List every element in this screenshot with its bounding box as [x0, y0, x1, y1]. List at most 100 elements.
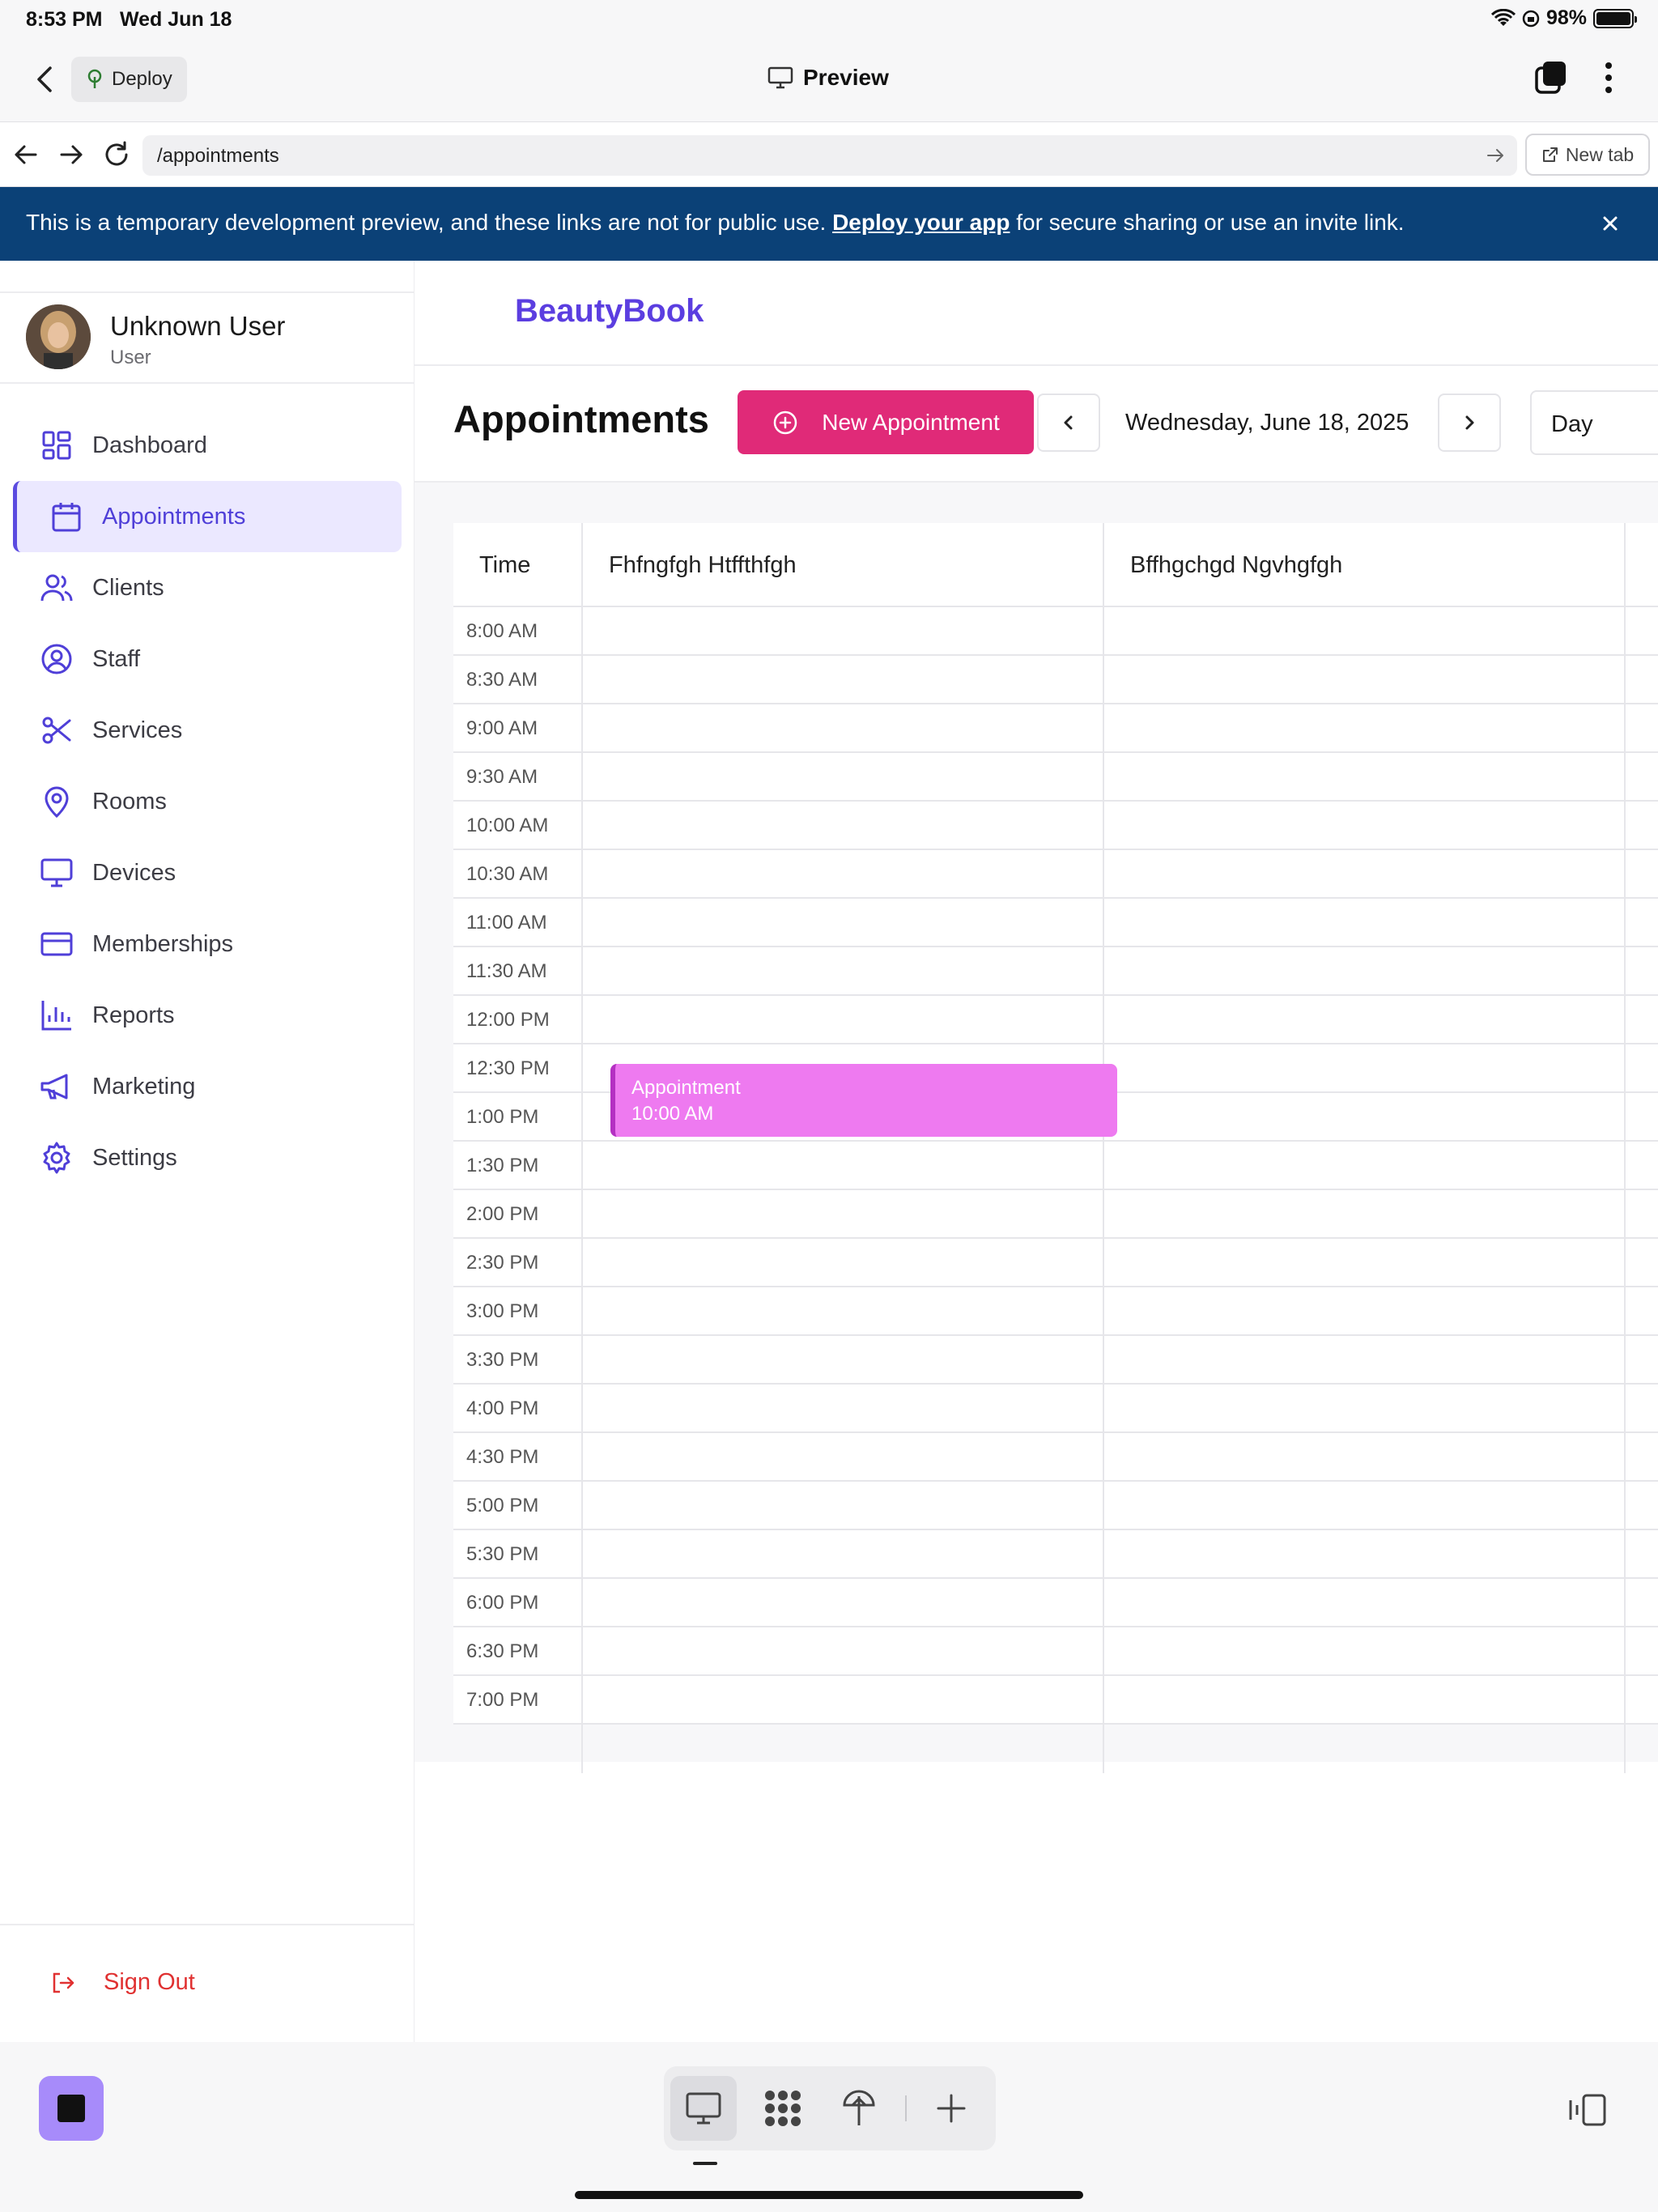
deploy-app-link[interactable]: Deploy your app: [832, 210, 1010, 235]
sidebar-item-label: Rooms: [92, 788, 167, 815]
time-slot-row[interactable]: 12:00 PM: [453, 996, 1658, 1044]
time-slot-label: 5:30 PM: [466, 1543, 539, 1565]
view-select[interactable]: Day: [1530, 390, 1658, 455]
time-slot-label: 11:00 AM: [466, 912, 547, 934]
sidebar-item-memberships[interactable]: Memberships: [13, 908, 402, 980]
user-role: User: [110, 347, 151, 368]
sidebar-item-dashboard[interactable]: Dashboard: [13, 410, 402, 481]
close-icon[interactable]: [1596, 210, 1624, 237]
battery-percent: 98%: [1545, 6, 1587, 29]
sidebar-item-marketing[interactable]: Marketing: [13, 1051, 402, 1122]
appointment-block[interactable]: Appointment 10:00 AM: [610, 1064, 1117, 1137]
brand-logo[interactable]: BeautyBook: [515, 293, 704, 330]
time-slot-label: 12:00 PM: [466, 1009, 550, 1031]
time-slot-row[interactable]: 11:00 AM: [453, 899, 1658, 947]
user-name: Unknown User: [110, 311, 286, 341]
gear-icon: [43, 1142, 70, 1174]
bar-chart-icon: [41, 1001, 71, 1031]
preview-mode-button[interactable]: [670, 2076, 737, 2141]
sidebar-item-devices[interactable]: Devices: [13, 837, 402, 908]
time-slot-label: 3:00 PM: [466, 1300, 539, 1322]
deploy-mode-button[interactable]: [826, 2076, 892, 2141]
sidebar-item-clients[interactable]: Clients: [13, 552, 402, 623]
url-input[interactable]: /appointments: [142, 135, 1517, 176]
forward-arrow-icon[interactable]: [55, 138, 87, 171]
battery-icon: [1593, 8, 1637, 28]
back-chevron-icon[interactable]: [29, 62, 62, 97]
chevron-right-icon: [1465, 415, 1474, 430]
new-tab-button[interactable]: New tab: [1525, 134, 1650, 176]
time-slot-label: 3:30 PM: [466, 1349, 539, 1371]
sidebar-item-services[interactable]: Services: [13, 695, 402, 766]
time-slot-row[interactable]: 8:30 AM: [453, 656, 1658, 704]
grid-mode-button[interactable]: [750, 2076, 816, 2141]
time-slot-row[interactable]: 6:00 PM: [453, 1579, 1658, 1627]
sidebar-item-settings[interactable]: Settings: [13, 1122, 402, 1193]
go-arrow-icon[interactable]: [1485, 145, 1506, 166]
day-calendar: Time Fhfngfgh Htffthfgh Bffhgchgd Ngvhgf…: [453, 523, 1658, 1773]
time-slot-row[interactable]: 4:00 PM: [453, 1385, 1658, 1433]
monitor-icon: [686, 2092, 721, 2125]
more-options-icon[interactable]: [1596, 60, 1621, 96]
chevron-left-icon: [1064, 415, 1073, 430]
megaphone-icon: [40, 1074, 68, 1100]
next-day-button[interactable]: [1438, 393, 1501, 452]
time-slot-row[interactable]: 2:00 PM: [453, 1190, 1658, 1239]
time-slot-row[interactable]: 6:30 PM: [453, 1627, 1658, 1676]
sidebar-toggle-icon[interactable]: [1567, 2092, 1608, 2128]
time-slot-row[interactable]: 9:30 AM: [453, 753, 1658, 802]
sidebar-item-label: Services: [92, 717, 183, 743]
reload-icon[interactable]: [100, 138, 133, 171]
column-divider: [581, 523, 583, 1773]
time-slot-row[interactable]: 7:00 PM: [453, 1676, 1658, 1725]
status-bar: 8:53 PM Wed Jun 18 98%: [0, 0, 1658, 39]
time-slot-row[interactable]: 2:30 PM: [453, 1239, 1658, 1287]
main-content: BeautyBook Appointments New Appointment …: [414, 261, 1658, 2042]
time-slot-row[interactable]: 4:30 PM: [453, 1433, 1658, 1482]
time-slot-row[interactable]: 3:00 PM: [453, 1287, 1658, 1336]
time-slot-row[interactable]: 5:00 PM: [453, 1482, 1658, 1530]
time-slot-row[interactable]: 8:00 AM: [453, 607, 1658, 656]
stop-icon: [57, 2095, 85, 2122]
add-tool-button[interactable]: [918, 2076, 984, 2141]
time-slot-label: 4:00 PM: [466, 1397, 539, 1419]
time-slot-row[interactable]: 3:30 PM: [453, 1336, 1658, 1385]
deploy-button[interactable]: Deploy: [71, 57, 187, 102]
sidebar-item-appointments[interactable]: Appointments: [13, 481, 402, 552]
deploy-label: Deploy: [112, 68, 172, 90]
sidebar-item-label: Dashboard: [92, 432, 207, 458]
banner-text-after: for secure sharing or use an invite link…: [1010, 210, 1405, 235]
bottom-dock: [664, 2066, 996, 2150]
time-slot-row[interactable]: 9:00 AM: [453, 704, 1658, 753]
sidebar: Unknown User User Dashboard Appointments…: [0, 261, 414, 2042]
preview-title[interactable]: Preview: [767, 65, 889, 91]
time-slot-row[interactable]: 11:30 AM: [453, 947, 1658, 996]
time-slot-row[interactable]: 1:30 PM: [453, 1142, 1658, 1190]
app-toolbar: Deploy Preview: [0, 39, 1658, 122]
new-tab-label: New tab: [1565, 143, 1635, 165]
time-column-header: Time: [479, 552, 531, 578]
time-slot-row[interactable]: 10:30 AM: [453, 850, 1658, 899]
wifi-icon: [1490, 8, 1516, 26]
tabs-switcher-icon[interactable]: [1533, 60, 1569, 96]
sidebar-item-staff[interactable]: Staff: [13, 623, 402, 695]
sidebar-item-reports[interactable]: Reports: [13, 980, 402, 1051]
sign-out-button[interactable]: Sign Out: [50, 1969, 195, 1996]
previous-day-button[interactable]: [1037, 393, 1100, 452]
sign-out-icon: [53, 1972, 74, 1993]
sidebar-item-label: Marketing: [92, 1073, 196, 1100]
page-title: Appointments: [453, 398, 709, 440]
time-slot-row[interactable]: 5:30 PM: [453, 1530, 1658, 1579]
calendar-body: 8:00 AM 8:30 AM 9:00 AM 9:30 AM 10:00 AM 10:3…: [453, 607, 1658, 1725]
sidebar-item-rooms[interactable]: Rooms: [13, 766, 402, 837]
sidebar-item-label: Devices: [92, 859, 176, 886]
stop-button[interactable]: [39, 2076, 104, 2141]
dock-divider: [905, 2095, 907, 2121]
scissors-icon: [42, 717, 71, 744]
user-profile[interactable]: Unknown User User: [0, 291, 414, 384]
back-arrow-icon[interactable]: [10, 138, 42, 171]
deploy-tree-icon: [87, 69, 102, 88]
new-appointment-button[interactable]: New Appointment: [738, 390, 1034, 454]
active-tab-indicator: [693, 2162, 717, 2165]
time-slot-row[interactable]: 10:00 AM: [453, 802, 1658, 850]
